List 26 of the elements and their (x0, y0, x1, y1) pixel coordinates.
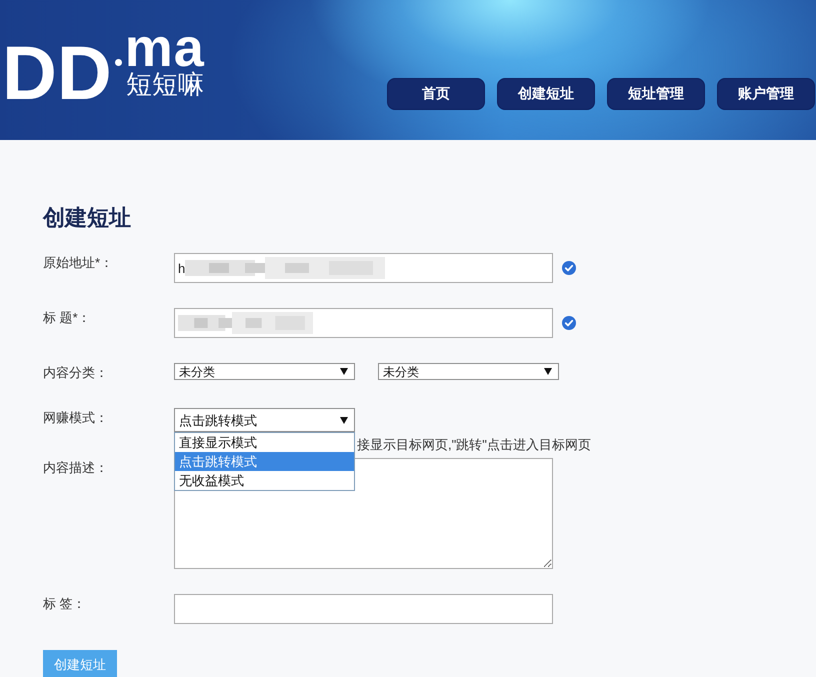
hint-text: 接显示目标网页,"跳转"点击进入目标网页 (357, 437, 591, 452)
text-input-field[interactable]: h (174, 253, 553, 283)
text-input-field[interactable] (174, 308, 553, 338)
field-label: 网赚模式： (43, 409, 108, 427)
field-label: 标 签： (43, 595, 86, 613)
logo-tagline: 短短嘛 (126, 69, 205, 99)
nav-button[interactable]: 账户管理 (717, 78, 815, 110)
select-field[interactable]: 未分类 (378, 363, 559, 380)
nav-button[interactable]: 首页 (387, 78, 485, 110)
nav-button[interactable]: 创建短址 (497, 78, 595, 110)
field-label: 内容分类： (43, 364, 108, 382)
select-field[interactable]: 未分类 (174, 363, 355, 380)
caret-icon (544, 368, 552, 375)
field-label: 标 题*： (43, 309, 91, 327)
caret-icon (340, 368, 348, 375)
nav-button[interactable]: 短址管理 (607, 78, 705, 110)
logo-suffix: ma (124, 27, 205, 69)
page-title: 创建短址 (43, 205, 131, 231)
dropdown-option[interactable]: 点击跳转模式 (175, 452, 354, 471)
caret-icon (340, 416, 348, 424)
field-label: 原始地址*： (43, 254, 114, 272)
text-input-field[interactable] (174, 594, 553, 624)
logo-letters: DD (2, 36, 112, 112)
field-label: 内容描述： (43, 459, 108, 477)
select-field[interactable]: 点击跳转模式 (174, 408, 355, 432)
logo-dot-icon (114, 59, 122, 66)
